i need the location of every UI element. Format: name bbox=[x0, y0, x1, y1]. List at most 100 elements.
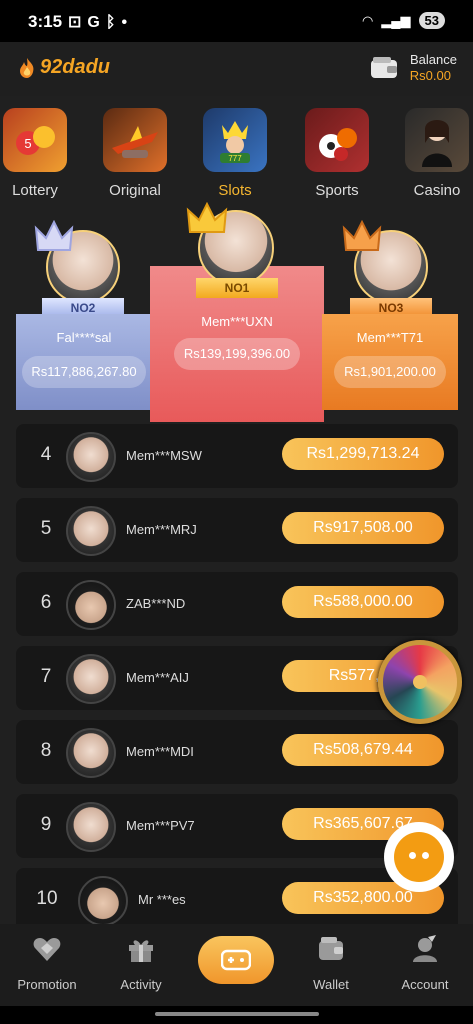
nav-promotion[interactable]: Promotion bbox=[2, 934, 92, 992]
lottery-balls-icon: 5 bbox=[3, 108, 67, 172]
casino-dealer-icon bbox=[405, 108, 469, 172]
diamond-heart-icon bbox=[33, 938, 61, 961]
nav-account[interactable]: Account bbox=[380, 934, 470, 992]
avatar bbox=[66, 654, 116, 704]
signal-icon: ▂▄▆ bbox=[381, 12, 411, 28]
nav-activity[interactable]: Activity bbox=[96, 934, 186, 992]
wifi-icon: ◠ bbox=[361, 12, 374, 28]
tab-slots[interactable]: 777 Slots bbox=[190, 102, 280, 202]
slot-king-icon: 777 bbox=[203, 108, 267, 172]
main-content: 5 Lottery Original 777 Slots Sports Casi… bbox=[0, 96, 473, 924]
tab-lottery[interactable]: 5 Lottery bbox=[0, 102, 80, 202]
list-item[interactable]: 6 ZAB***ND Rs588,000.00 bbox=[16, 572, 458, 636]
logo-text: 92dadu bbox=[40, 56, 111, 78]
tab-label: Slots bbox=[218, 182, 252, 199]
winnings-amount: Rs588,000.00 bbox=[282, 586, 444, 618]
google-icon: G bbox=[87, 14, 106, 31]
avatar bbox=[66, 802, 116, 852]
bottom-nav: Promotion Activity Wallet Account bbox=[0, 924, 473, 1006]
rank-number: 7 bbox=[40, 666, 52, 687]
player-name: Mem***AIJ bbox=[126, 670, 189, 685]
svg-text:777: 777 bbox=[228, 154, 242, 163]
nav-wallet[interactable]: Wallet bbox=[286, 934, 376, 992]
gold-crown-icon bbox=[186, 202, 228, 233]
rank-number: 4 bbox=[40, 444, 52, 465]
tab-label: Casino bbox=[413, 182, 461, 199]
silver-crown-icon bbox=[34, 220, 74, 251]
list-item[interactable]: 8 Mem***MDI Rs508,679.44 bbox=[16, 720, 458, 784]
player-name: Mem***PV7 bbox=[126, 818, 195, 833]
rank-number: 8 bbox=[40, 740, 52, 761]
list-item[interactable]: 5 Mem***MRJ Rs917,508.00 bbox=[16, 498, 458, 562]
player-name: Mem***MDI bbox=[126, 744, 194, 759]
wallet-icon[interactable] bbox=[370, 56, 398, 80]
chat-mascot-icon bbox=[394, 832, 444, 882]
tab-label: Original bbox=[109, 182, 161, 199]
sports-balls-icon bbox=[305, 108, 369, 172]
bluetooth-icon: ᛒ bbox=[105, 14, 122, 31]
player-name: Mem***MRJ bbox=[126, 522, 197, 537]
tab-sports[interactable]: Sports bbox=[292, 102, 382, 202]
player-name: Mr ***es bbox=[138, 892, 186, 907]
first-place-amount: Rs139,199,396.00 bbox=[174, 338, 300, 370]
wheel-hub-icon bbox=[413, 675, 427, 689]
player-name: Mem***MSW bbox=[126, 448, 202, 463]
tab-label: Sports bbox=[315, 182, 359, 199]
lucky-wheel-button[interactable] bbox=[378, 640, 462, 724]
rank-number: 9 bbox=[40, 814, 52, 835]
tab-label: Lottery bbox=[12, 182, 58, 199]
avatar bbox=[66, 580, 116, 630]
flame-logo-icon bbox=[20, 57, 34, 78]
bronze-crown-icon bbox=[342, 220, 382, 251]
nav-label: Promotion bbox=[17, 977, 77, 992]
third-place-box: Mem***T71 Rs1,901,200.00 bbox=[322, 314, 458, 410]
third-place-amount: Rs1,901,200.00 bbox=[334, 356, 446, 388]
plane-game-icon bbox=[103, 108, 167, 172]
gamepad-icon bbox=[221, 949, 251, 971]
avatar bbox=[66, 728, 116, 778]
sim-icon: ⊡ bbox=[68, 14, 88, 31]
avatar bbox=[78, 876, 128, 924]
player-name: ZAB***ND bbox=[126, 596, 186, 611]
second-place-name: Fal****sal bbox=[56, 330, 112, 345]
balance-label: Balance bbox=[410, 52, 457, 67]
nav-label: Activity bbox=[120, 977, 162, 992]
first-place-name: Mem***UXN bbox=[201, 314, 273, 329]
dot-icon: • bbox=[121, 14, 134, 31]
notification-icons: ⊡Gᛒ• bbox=[68, 12, 133, 32]
rank-number: 10 bbox=[36, 888, 58, 909]
category-tabs: 5 Lottery Original 777 Slots Sports Casi… bbox=[0, 102, 473, 202]
winnings-amount: Rs508,679.44 bbox=[282, 734, 444, 766]
app-header: 92dadu Balance Rs0.00 bbox=[0, 42, 473, 96]
status-right: ◠ ▂▄▆ 53 bbox=[362, 12, 445, 29]
user-icon bbox=[413, 935, 437, 962]
rank-number: 6 bbox=[40, 592, 52, 613]
list-item[interactable]: 4 Mem***MSW Rs1,299,713.24 bbox=[16, 424, 458, 488]
home-indicator bbox=[0, 1006, 473, 1024]
status-bar: 3:15 ⊡Gᛒ• ◠ ▂▄▆ 53 bbox=[0, 0, 473, 42]
balance-value: Rs0.00 bbox=[409, 68, 451, 83]
nav-games[interactable] bbox=[198, 936, 274, 984]
eye-icon bbox=[422, 852, 429, 859]
rank-number: 5 bbox=[40, 518, 52, 539]
tab-original[interactable]: Original bbox=[90, 102, 180, 202]
home-bar[interactable] bbox=[155, 1012, 319, 1016]
battery-badge: 53 bbox=[418, 12, 445, 29]
logo[interactable]: 92dadu bbox=[16, 56, 110, 79]
third-place-name: Mem***T71 bbox=[356, 330, 424, 345]
second-place-amount: Rs117,886,267.80 bbox=[22, 356, 146, 388]
avatar bbox=[66, 506, 116, 556]
winnings-amount: Rs917,508.00 bbox=[282, 512, 444, 544]
gift-icon bbox=[129, 940, 153, 962]
second-place-box: Fal****sal Rs117,886,267.80 bbox=[16, 314, 152, 410]
wallet-icon bbox=[319, 937, 343, 960]
rank-ribbon-1: NO1 bbox=[196, 278, 278, 298]
svg-text:5: 5 bbox=[24, 136, 31, 151]
nav-label: Wallet bbox=[313, 977, 349, 992]
winnings-amount: Rs1,299,713.24 bbox=[282, 438, 444, 470]
customer-service-button[interactable] bbox=[384, 822, 454, 892]
avatar bbox=[66, 432, 116, 482]
tab-casino[interactable]: Casino bbox=[392, 102, 473, 202]
nav-label: Account bbox=[401, 977, 449, 992]
eye-icon bbox=[409, 852, 416, 859]
